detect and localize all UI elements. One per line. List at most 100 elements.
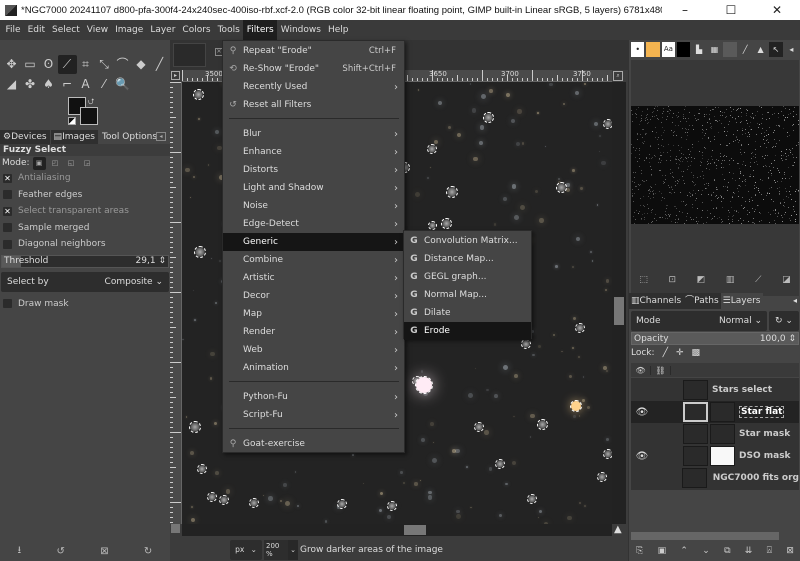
lock-alpha-icon[interactable]: ▩ bbox=[692, 348, 701, 358]
restore-options-icon[interactable]: ↺ bbox=[56, 546, 64, 557]
text-tool-icon[interactable]: A bbox=[76, 75, 95, 94]
generic-menu-item-gegl-graph[interactable]: G GEGL graph... bbox=[404, 268, 531, 286]
merge-layer-icon[interactable]: ⇊ bbox=[745, 546, 753, 556]
raise-layer-icon[interactable]: ⌃ bbox=[680, 546, 688, 556]
zoom-tool-icon[interactable]: 🔍 bbox=[113, 75, 132, 94]
navigate-icon[interactable]: ▲ bbox=[614, 524, 622, 535]
patterns-tab-icon[interactable] bbox=[646, 41, 660, 57]
filters-menu-item-enhance[interactable]: Enhance › bbox=[223, 143, 404, 161]
vertical-scrollbar[interactable] bbox=[612, 82, 626, 524]
tab-layers[interactable]: ☰Layers bbox=[720, 293, 763, 309]
checkbox-diagonal-neighbors[interactable]: Diagonal neighbors bbox=[0, 236, 170, 253]
filters-menu-item-light-and-shadow[interactable]: Light and Shadow › bbox=[223, 179, 404, 197]
crop-tool-icon[interactable]: ⌗ bbox=[76, 55, 95, 74]
delete-layer-icon[interactable]: ⊠ bbox=[786, 546, 794, 556]
menu-edit[interactable]: Edit bbox=[24, 20, 48, 40]
menu-view[interactable]: View bbox=[83, 20, 111, 40]
checkbox-sample-merged[interactable]: Sample merged bbox=[0, 220, 170, 237]
filters-menu-item-generic[interactable]: Generic › bbox=[223, 233, 404, 251]
heal-tool-icon[interactable]: ✤ bbox=[21, 75, 40, 94]
quick-mask-menu-icon[interactable]: ▸ bbox=[171, 71, 180, 80]
filters-menu-item-python-fu[interactable]: Python-Fu › bbox=[223, 388, 404, 406]
delete-options-icon[interactable]: ⊠ bbox=[100, 546, 108, 557]
filters-menu-item-render[interactable]: Render › bbox=[223, 323, 404, 341]
menu-tools[interactable]: Tools bbox=[214, 20, 243, 40]
new-layer-group-icon[interactable]: ▣ bbox=[658, 546, 667, 556]
move-tool-icon[interactable]: ✥ bbox=[2, 55, 21, 74]
paint-icon[interactable]: ⟋ bbox=[755, 275, 761, 285]
filters-menu-item-reset-all-filters[interactable]: ↺ Reset all Filters bbox=[223, 96, 404, 114]
tab-devices[interactable]: ⚙Devices bbox=[0, 130, 51, 144]
document-history-tab-icon[interactable]: ▦ bbox=[708, 42, 721, 57]
menu-windows[interactable]: Windows bbox=[277, 20, 324, 40]
color-picker-tool-icon[interactable]: ⁄ bbox=[95, 75, 114, 94]
smudge-tool-icon[interactable]: ♠ bbox=[39, 75, 58, 94]
filters-menu-item-distorts[interactable]: Distorts › bbox=[223, 161, 404, 179]
fuzzy-select-tool-icon[interactable]: ⟋ bbox=[57, 55, 77, 74]
duplicate-icon[interactable]: ▥ bbox=[726, 275, 735, 285]
warp-tool-icon[interactable]: ⌒ bbox=[113, 55, 132, 74]
filters-menu-item-repeat-erode[interactable]: ⚲ Repeat "Erode" Ctrl+F bbox=[223, 42, 404, 60]
generic-menu-item-normal-map[interactable]: G Normal Map... bbox=[404, 286, 531, 304]
navigation-tab-icon[interactable] bbox=[723, 41, 737, 57]
filters-menu-item-recently-used[interactable]: Recently Used › bbox=[223, 78, 404, 96]
quick-mask-toggle[interactable] bbox=[171, 524, 180, 533]
tab-channels[interactable]: ▥Channels bbox=[629, 293, 684, 309]
menu-select[interactable]: Select bbox=[49, 20, 84, 40]
filters-menu-item-web[interactable]: Web › bbox=[223, 341, 404, 359]
layer-mode-dropdown[interactable]: Mode Normal ⌄ bbox=[631, 311, 767, 331]
zoom-image-icon[interactable]: ⌕ bbox=[613, 71, 623, 81]
select-by-dropdown[interactable]: Select by Composite ⌄ bbox=[1, 271, 169, 292]
layers-horizontal-scrollbar[interactable] bbox=[631, 532, 779, 540]
menu-help[interactable]: Help bbox=[324, 20, 352, 40]
layer-row[interactable]: 👁 Star flat bbox=[631, 401, 799, 423]
tab-images[interactable]: ▤Images bbox=[50, 130, 99, 144]
filters-menu-item-noise[interactable]: Noise › bbox=[223, 197, 404, 215]
filters-menu-item-script-fu[interactable]: Script-Fu › bbox=[223, 406, 404, 424]
dock-menu-icon[interactable]: ◂ bbox=[156, 132, 166, 141]
layer-row[interactable]: 👁 DSO mask bbox=[631, 445, 799, 467]
tab-paths[interactable]: ⌒Paths bbox=[683, 293, 721, 309]
clear-icon[interactable]: ⊡ bbox=[669, 275, 677, 285]
filters-menu-item-animation[interactable]: Animation › bbox=[223, 359, 404, 377]
stroke-icon[interactable]: ◪ bbox=[782, 275, 791, 285]
layer-row[interactable]: Stars select bbox=[631, 379, 799, 401]
layer-row[interactable]: Star mask bbox=[631, 423, 799, 445]
edit-icon[interactable]: ◩ bbox=[697, 275, 706, 285]
save-options-icon[interactable]: ⭳ bbox=[18, 543, 22, 560]
composite-mode-dropdown[interactable]: ↻ ⌄ bbox=[769, 311, 799, 331]
select-area-icon[interactable]: ⬚ bbox=[639, 275, 648, 285]
lower-layer-icon[interactable]: ⌄ bbox=[702, 546, 710, 556]
vertical-scroll-thumb[interactable] bbox=[614, 297, 624, 325]
filters-menu-item-map[interactable]: Map › bbox=[223, 305, 404, 323]
rect-select-tool-icon[interactable]: ▭ bbox=[21, 55, 40, 74]
threshold-slider[interactable]: Threshold 29,1 ⇕ bbox=[1, 254, 169, 268]
dock-menu-icon[interactable]: ◂ bbox=[785, 42, 798, 57]
tab-tool-options[interactable]: Tool Options bbox=[98, 130, 162, 144]
visibility-eye-icon[interactable]: 👁 bbox=[631, 407, 653, 418]
generic-menu-item-distance-map[interactable]: G Distance Map... bbox=[404, 250, 531, 268]
checkbox-select-transparent-areas[interactable]: ✕ Select transparent areas bbox=[0, 203, 170, 220]
default-colors-icon[interactable] bbox=[68, 117, 76, 125]
generic-menu-item-erode[interactable]: G Erode bbox=[404, 322, 531, 340]
paint-dynamics-tab-icon[interactable]: ╱ bbox=[739, 42, 752, 57]
filters-menu-item-edge-detect[interactable]: Edge-Detect › bbox=[223, 215, 404, 233]
unit-dropdown[interactable]: px ⌄ bbox=[230, 539, 262, 560]
checkbox-antialiasing[interactable]: ✕ Antialiasing bbox=[0, 170, 170, 187]
horizontal-scrollbar[interactable] bbox=[182, 524, 612, 536]
generic-menu-item-dilate[interactable]: G Dilate bbox=[404, 304, 531, 322]
fonts-tab-icon[interactable]: Aa bbox=[661, 41, 676, 57]
filters-menu-item-blur[interactable]: Blur › bbox=[223, 125, 404, 143]
eraser-tool-icon[interactable]: ◢ bbox=[2, 75, 21, 94]
add-mask-icon[interactable]: ⍓ bbox=[767, 546, 772, 556]
mode-add-button[interactable]: ◰ bbox=[49, 157, 62, 170]
pointer-tab-icon[interactable]: ↖ bbox=[769, 41, 783, 57]
filters-menu-item-goat-exercise[interactable]: ⚲ Goat-exercise bbox=[223, 435, 404, 453]
draw-mask-checkbox[interactable]: Draw mask bbox=[0, 296, 170, 313]
free-select-tool-icon[interactable]: ʘ bbox=[39, 55, 58, 74]
opacity-slider[interactable]: Opacity 100,0 ⇕ bbox=[631, 332, 799, 345]
maximize-button[interactable]: ☐ bbox=[708, 3, 754, 17]
tool-presets-tab-icon[interactable]: ▲ bbox=[754, 42, 767, 57]
mode-subtract-button[interactable]: ◱ bbox=[65, 157, 78, 170]
checkbox-feather-edges[interactable]: Feather edges bbox=[0, 187, 170, 204]
